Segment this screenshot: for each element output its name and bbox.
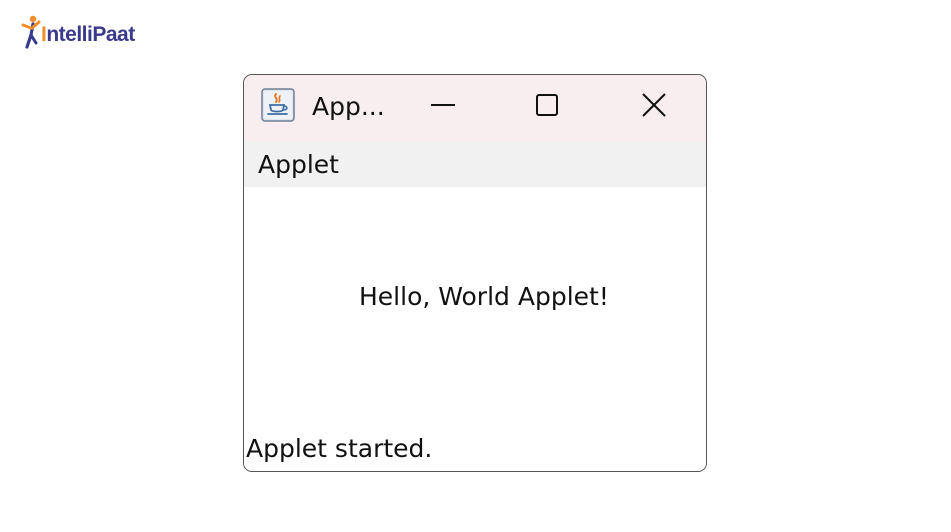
minimize-icon — [431, 104, 455, 106]
menu-applet[interactable]: Applet — [258, 150, 339, 179]
menubar: Applet — [244, 141, 706, 187]
logo-wordmark: IntelliPaat — [41, 23, 135, 47]
close-icon — [642, 93, 666, 117]
status-bar-text: Applet started. — [246, 434, 433, 463]
intellipaat-figure-icon — [21, 15, 41, 49]
logo-wordmark-rest: ntelliPaat — [46, 23, 135, 46]
intellipaat-logo: IntelliPaat — [20, 12, 135, 52]
java-coffee-icon — [261, 88, 295, 122]
applet-window: App... Applet Hello, World Applet! Apple… — [243, 74, 707, 472]
hello-message: Hello, World Applet! — [359, 282, 609, 311]
close-button[interactable] — [629, 85, 679, 125]
applet-canvas: Hello, World Applet! Applet started. — [244, 187, 706, 471]
window-titlebar[interactable]: App... — [244, 75, 706, 141]
maximize-button[interactable] — [522, 85, 572, 125]
maximize-icon — [536, 94, 558, 116]
minimize-button[interactable] — [418, 85, 468, 125]
window-title: App... — [312, 92, 385, 121]
